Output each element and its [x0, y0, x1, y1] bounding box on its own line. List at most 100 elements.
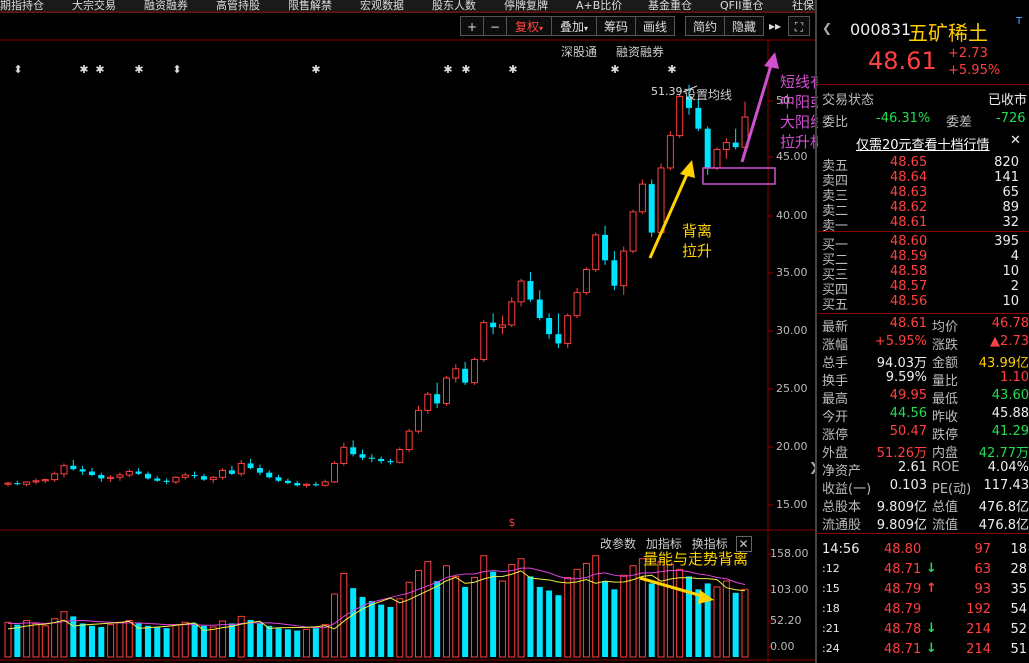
- event-marker-icon[interactable]: ✱: [79, 63, 88, 76]
- buy-level-price[interactable]: 48.57: [890, 279, 927, 294]
- stat-label: 量比: [932, 374, 959, 389]
- sell-level-price[interactable]: 48.62: [890, 200, 927, 215]
- signal-marker-icon[interactable]: $: [509, 516, 516, 529]
- fullscreen-icon[interactable]: ⛶: [788, 16, 810, 36]
- event-marker-icon[interactable]: ✱: [443, 63, 452, 76]
- t-trade-icon[interactable]: T: [1016, 16, 1022, 27]
- buy-level-volume: 2: [1010, 279, 1019, 294]
- chips-button[interactable]: 筹码: [596, 16, 636, 36]
- volume-bar: [452, 575, 460, 658]
- sell-level-price[interactable]: 48.61: [890, 215, 927, 230]
- buy-level-price[interactable]: 48.56: [890, 294, 927, 309]
- tick-time: :21: [822, 622, 840, 635]
- price-axis-label: 35.00: [776, 266, 808, 279]
- volume-bar: [611, 589, 618, 657]
- candle: [629, 209, 637, 254]
- stock-code: 000831: [850, 20, 912, 39]
- tick-count: 52: [1010, 622, 1027, 637]
- sell-level-price[interactable]: 48.65: [890, 155, 927, 170]
- buy-level-label: 买五: [822, 298, 849, 313]
- volume-divergence-annotation: 量能与走势背离: [643, 550, 749, 568]
- tick-count: 28: [1010, 562, 1027, 577]
- candle: [107, 474, 115, 482]
- stat-value: 9.59%: [885, 370, 927, 385]
- stat-label: 流值: [932, 518, 959, 533]
- overlay-button[interactable]: 叠加▾: [551, 16, 597, 36]
- tick-time: 14:56: [822, 542, 860, 557]
- candle: [172, 476, 180, 485]
- volume-bar: [144, 625, 151, 657]
- buy-level-price[interactable]: 48.60: [890, 234, 927, 249]
- yellow-arrowhead: [680, 160, 695, 178]
- candle: [98, 472, 105, 482]
- separator: [818, 313, 1029, 314]
- volume-bar: [163, 628, 170, 657]
- stat-value: 476.8亿: [978, 500, 1029, 515]
- stat-label: 总值: [932, 500, 959, 515]
- stat-label: 涨跌: [932, 338, 959, 353]
- tick-volume: 63: [974, 562, 991, 577]
- event-marker-icon[interactable]: ✱: [610, 63, 619, 76]
- volume-bar: [4, 621, 12, 658]
- margin-link[interactable]: 融资融券: [616, 43, 664, 60]
- candle: [135, 468, 142, 475]
- zoom-in-button[interactable]: +: [460, 16, 484, 36]
- stat-value: 50.47: [889, 424, 927, 439]
- event-marker-icon[interactable]: ✱: [311, 63, 320, 76]
- volume-bar: [620, 574, 628, 658]
- panel-divider: [815, 0, 817, 663]
- event-marker-icon[interactable]: ✱: [667, 63, 676, 76]
- candle: [144, 471, 151, 480]
- event-marker-icon[interactable]: ✱: [95, 63, 104, 76]
- candle: [247, 458, 254, 470]
- event-marker-icon[interactable]: ✱: [134, 63, 143, 76]
- volume-bar: [70, 616, 77, 657]
- event-marker-icon[interactable]: ✱: [508, 63, 517, 76]
- candle: [546, 313, 553, 339]
- menu-chevron-icon[interactable]: ❮: [822, 21, 832, 35]
- dropdown-icon: ▾: [684, 86, 689, 95]
- highlight-box: [702, 167, 776, 185]
- candle: [638, 179, 646, 215]
- stat-label: 今开: [822, 410, 849, 425]
- candle: [88, 468, 95, 477]
- price-axis-label: 20.00: [776, 440, 808, 453]
- last-price: 48.61: [868, 47, 937, 75]
- event-marker-icon[interactable]: ⬍: [13, 63, 22, 76]
- shengutong-link[interactable]: 深股通: [561, 43, 597, 60]
- tick-direction-icon: ↑: [926, 581, 937, 596]
- volume-bar: [686, 576, 693, 657]
- candle: [294, 480, 301, 487]
- tick-price: 48.71: [884, 642, 922, 657]
- tick-direction-icon: ↓: [926, 561, 937, 576]
- stat-value: 49.95: [889, 388, 927, 403]
- stat-label: 总手: [822, 356, 849, 371]
- hide-button[interactable]: 隐藏: [724, 16, 764, 36]
- close-icon[interactable]: ✕: [1010, 133, 1021, 148]
- volume-bar: [527, 576, 534, 657]
- event-marker-icon[interactable]: ⬍: [172, 63, 181, 76]
- change-params-button[interactable]: 改参数: [600, 537, 636, 551]
- fuquan-button[interactable]: 复权▾: [506, 16, 552, 36]
- buy-level-price[interactable]: 48.59: [890, 249, 927, 264]
- expand-arrows-icon[interactable]: ▸▸: [763, 16, 787, 36]
- event-marker-icon[interactable]: ✱: [461, 63, 470, 76]
- zoom-out-button[interactable]: −: [483, 16, 507, 36]
- draw-line-button[interactable]: 画线: [635, 16, 675, 36]
- simple-button[interactable]: 简约: [685, 16, 725, 36]
- promo-link[interactable]: 仅需20元查看十档行情: [856, 134, 990, 153]
- buy-level-price[interactable]: 48.58: [890, 264, 927, 279]
- candle: [573, 287, 581, 319]
- volume-bar: [172, 624, 180, 658]
- volume-bar: [275, 628, 282, 657]
- volume-bar: [32, 622, 40, 658]
- sell-level-price[interactable]: 48.64: [890, 170, 927, 185]
- volume-bar: [434, 581, 441, 657]
- volume-bar: [462, 586, 469, 657]
- stat-label: 涨幅: [822, 338, 849, 353]
- candle: [266, 470, 273, 479]
- sell-level-price[interactable]: 48.63: [890, 185, 927, 200]
- candle: [424, 391, 432, 414]
- status-label: 交易状态: [822, 93, 875, 108]
- stat-label: 流通股: [822, 518, 862, 533]
